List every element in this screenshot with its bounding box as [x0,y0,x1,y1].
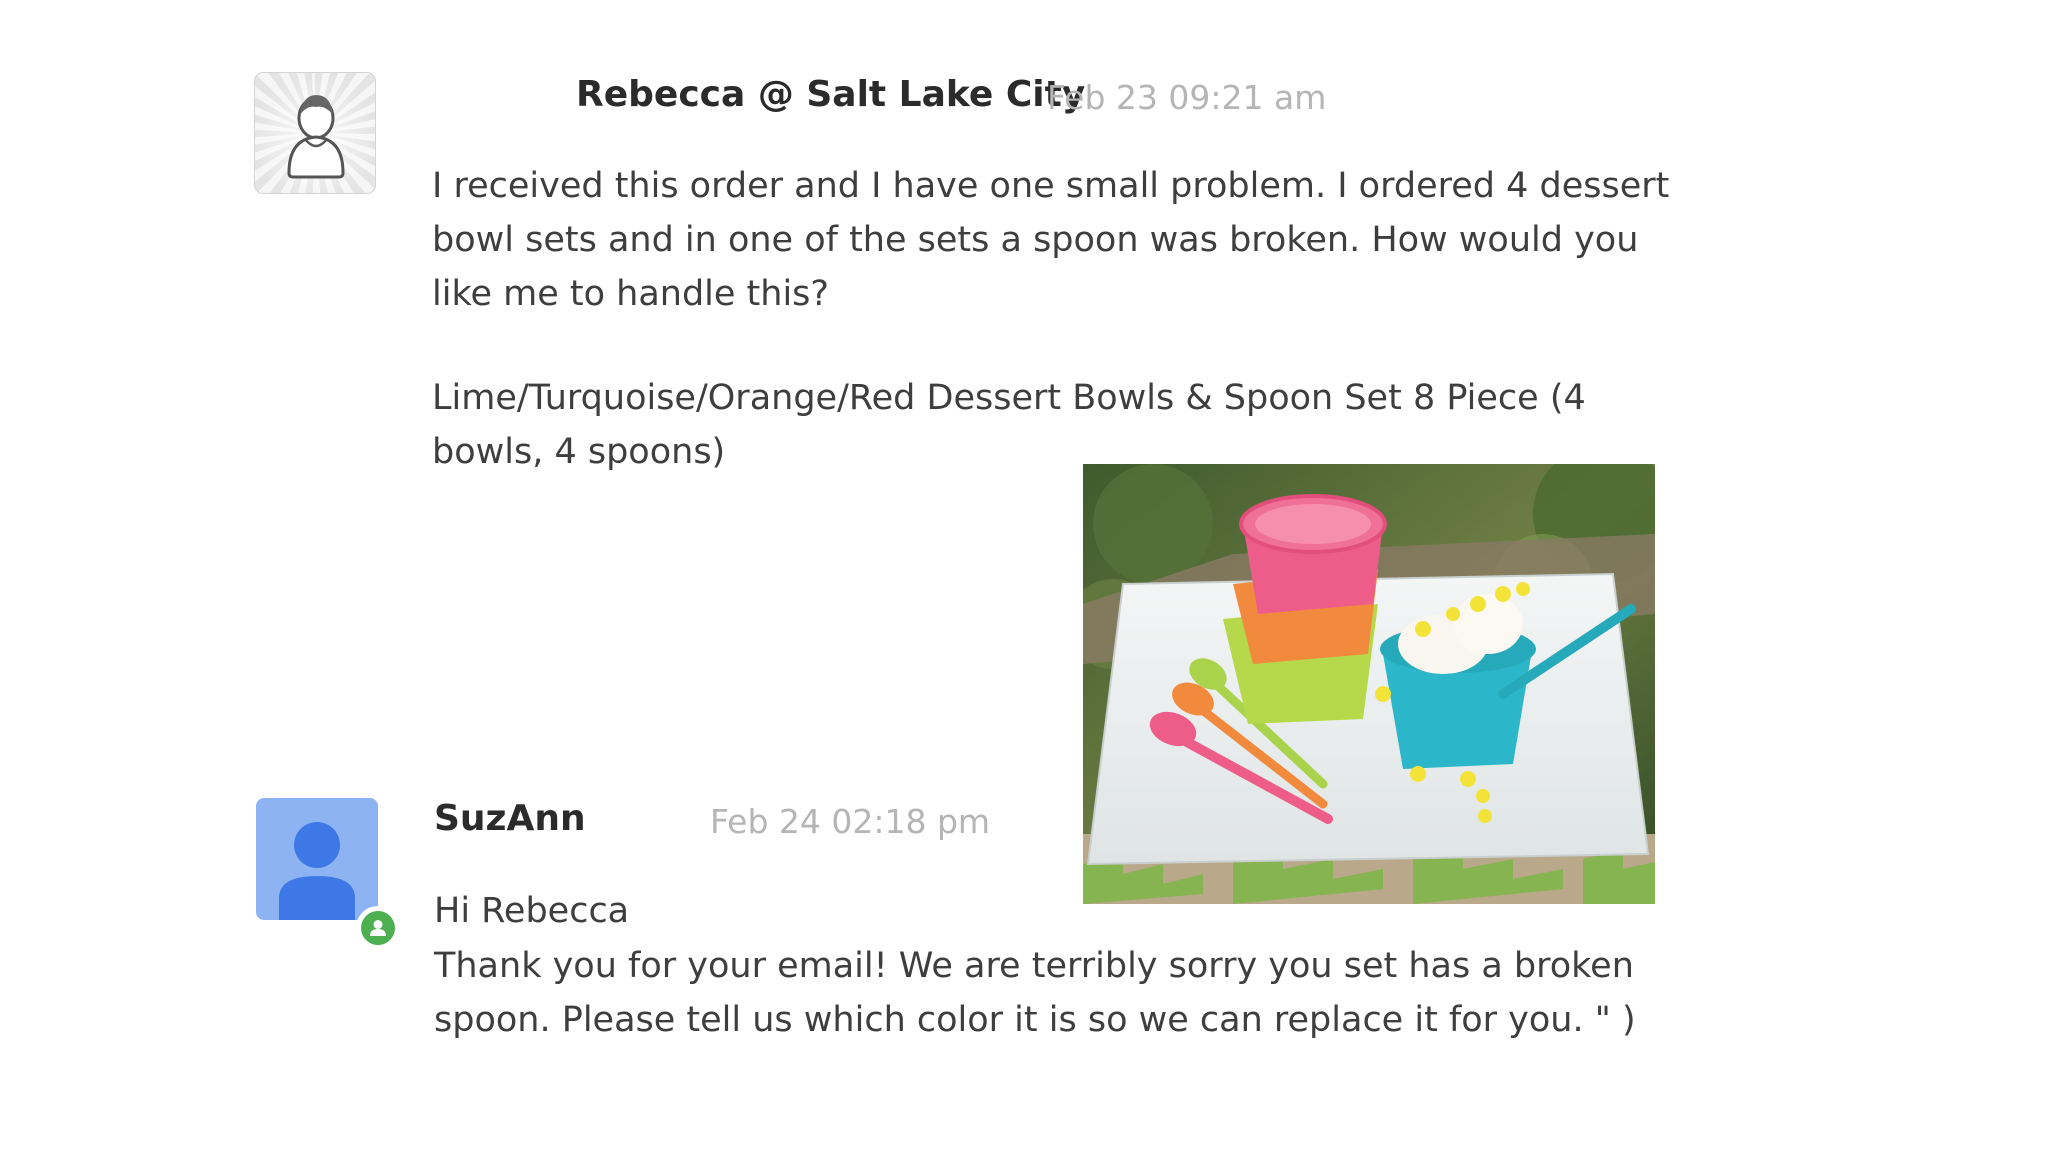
message-greeting: Hi Rebecca [434,891,630,931]
product-name: Lime/Turquoise/Orange/Red Dessert Bowls … [432,378,1586,472]
online-status-icon [356,906,400,950]
person-avatar-icon [256,798,400,950]
message-body: I received this order and I have one sma… [432,166,1670,314]
message-body: Thank you for your email! We are terribl… [434,946,1636,1040]
message-author: Rebecca @ Salt Lake City [576,74,1086,115]
message-timestamp: Feb 24 02:18 pm [710,802,991,841]
conversation-thread: Rebecca @ Salt Lake City Feb 23 09:21 am… [0,0,2048,1152]
dessert-bowls-photo[interactable] [1083,464,1655,904]
generic-user-avatar-icon [254,72,376,194]
message-timestamp: Feb 23 09:21 am [1047,78,1327,117]
message-author: SuzAnn [434,798,586,839]
